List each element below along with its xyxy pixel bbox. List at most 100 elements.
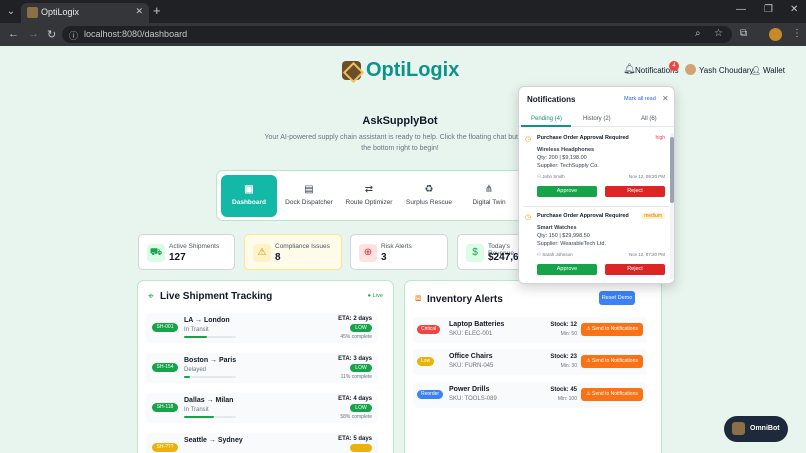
- user-name[interactable]: Yash Choudary: [699, 66, 754, 75]
- tab-history[interactable]: History (2): [583, 116, 611, 122]
- reject-button[interactable]: Reject: [605, 264, 665, 275]
- shipment-row[interactable]: SH-001 LA → London In Transit ETA: 2 day…: [146, 313, 378, 343]
- url-input[interactable]: ⓘ localhost:8080/dashboard ⌕ ☆: [62, 26, 732, 43]
- feature-route-optimizer[interactable]: ⇄ Route Optimizer: [341, 175, 397, 217]
- close-tab-icon[interactable]: ✕: [135, 6, 143, 17]
- inventory-name: Laptop Batteries: [449, 321, 505, 328]
- restore-icon[interactable]: ❐: [764, 4, 773, 15]
- notification-time: Nov 12, 07:20 PM: [628, 252, 665, 257]
- stat-value: 8: [275, 252, 281, 263]
- inventory-sku: SKU: TOOLS-089: [449, 396, 497, 402]
- notification-qty: Qty: 200 | $9,198.00: [537, 155, 587, 161]
- requester-name: Sarah Johnson: [542, 252, 573, 257]
- browser-tab[interactable]: OptiLogix ✕: [21, 3, 149, 23]
- tab-search-icon[interactable]: ⌄: [3, 4, 19, 19]
- tab-title: OptiLogix: [41, 7, 80, 17]
- active-tab-indicator: [521, 125, 571, 127]
- browser-menu-icon[interactable]: ⋮: [792, 28, 802, 39]
- site-info-icon[interactable]: ⓘ: [69, 29, 78, 42]
- extensions-icon[interactable]: ⧉: [740, 28, 747, 39]
- send-to-notifications-button[interactable]: ⚠ Send to Notifications: [581, 355, 643, 368]
- notification-item[interactable]: ◷ Purchase Order Approval Required mediu…: [525, 213, 667, 279]
- inventory-row[interactable]: Reorder Power Drills SKU: TOOLS-089 Stoc…: [413, 382, 647, 408]
- shipment-row[interactable]: SH-118 Dallas → Milan In Transit ETA: 4 …: [146, 393, 378, 423]
- dollar-icon: $: [466, 244, 484, 262]
- tab-all[interactable]: All (6): [641, 116, 657, 122]
- shipment-row[interactable]: SH-154 Boston → Paris Delayed ETA: 3 day…: [146, 353, 378, 383]
- close-icon[interactable]: ✕: [662, 94, 669, 103]
- notification-tabs: Pending (4) History (2) All (6): [519, 113, 674, 127]
- progress-text: 58% complete: [340, 414, 372, 420]
- address-bar: ← → ↻ ⓘ localhost:8080/dashboard ⌕ ☆ ⧉ ⋮: [0, 23, 806, 46]
- send-label: Send to Notifications: [592, 391, 638, 397]
- approve-button[interactable]: Approve: [537, 186, 597, 197]
- wallet-button[interactable]: Wallet: [763, 66, 785, 75]
- reset-demo-button[interactable]: Reset Demo: [599, 291, 635, 305]
- package-icon: ⧈: [415, 293, 422, 304]
- notification-time: Nov 12, 09:20 PM: [628, 174, 665, 179]
- optilogix-logo-icon: [342, 61, 361, 80]
- inventory-row[interactable]: Critical Laptop Batteries SKU: ELEC-001 …: [413, 317, 647, 343]
- inventory-row[interactable]: Low Office Chairs SKU: FURN-045 Stock: 2…: [413, 349, 647, 375]
- shipment-id-badge: SH-118: [152, 403, 178, 412]
- progress-fill: [184, 416, 215, 418]
- new-tab-icon[interactable]: +: [153, 3, 161, 18]
- feature-surplus-rescue[interactable]: ♻︎ Surplus Rescue: [401, 175, 457, 217]
- stat-label: Active Shipments: [169, 243, 220, 250]
- shipment-eta: ETA: 2 days: [338, 316, 372, 322]
- send-to-notifications-button[interactable]: ⚠ Send to Notifications: [581, 388, 643, 401]
- shipment-route: LA → London: [184, 317, 230, 324]
- forward-icon[interactable]: →: [28, 28, 39, 40]
- window-close-icon[interactable]: ✕: [790, 4, 798, 15]
- back-icon[interactable]: ←: [8, 28, 19, 40]
- browser-profile-avatar[interactable]: [769, 28, 782, 41]
- shipment-row[interactable]: SH-??? Seattle → Sydney ETA: 5 days: [146, 433, 378, 453]
- inventory-stock: Stock: 23: [550, 354, 577, 360]
- send-to-notifications-button[interactable]: ⚠ Send to Notifications: [581, 323, 643, 336]
- notification-product: Wireless Headphones: [537, 147, 595, 153]
- zoom-icon[interactable]: ⌕: [695, 28, 701, 39]
- divider: [523, 206, 669, 207]
- url-text[interactable]: localhost:8080/dashboard: [84, 29, 187, 39]
- progress-fill: [184, 336, 208, 338]
- feature-label: Surplus Rescue: [406, 199, 452, 206]
- progress-fill: [184, 376, 190, 378]
- wallet-icon[interactable]: 👤︎: [751, 66, 761, 75]
- asksupplybot-title: AskSupplyBot: [362, 115, 438, 127]
- feature-dock-dispatcher[interactable]: ▤ Dock Dispatcher: [281, 175, 337, 217]
- stat-active-shipments: ⛟ Active Shipments 127: [138, 234, 235, 270]
- panel-title: Inventory Alerts: [427, 294, 503, 305]
- notifications-title: Notifications: [527, 95, 576, 104]
- inventory-sku: SKU: FURN-045: [449, 363, 494, 369]
- user-avatar[interactable]: [685, 64, 696, 75]
- reload-icon[interactable]: ↻: [47, 28, 56, 41]
- omnibot-label: OmniBot: [750, 425, 780, 432]
- stat-value: 127: [169, 252, 186, 263]
- risk-badge: LOW: [350, 364, 372, 372]
- send-label: Send to Notifications: [592, 358, 638, 364]
- notification-heading: Purchase Order Approval Required: [537, 213, 629, 219]
- shipment-id-badge: SH-001: [152, 323, 178, 332]
- clock-icon: ◷: [525, 136, 532, 143]
- tab-pending[interactable]: Pending (4): [531, 116, 562, 122]
- notification-product: Smart Watches: [537, 225, 577, 231]
- approve-button[interactable]: Approve: [537, 264, 597, 275]
- clock-icon: ◷: [525, 214, 532, 221]
- stat-compliance-issues: ⚠ Compliance Issues 8: [244, 234, 342, 270]
- notifications-dropdown: Notifications Mark all read ✕ Pending (4…: [518, 86, 675, 284]
- reject-button[interactable]: Reject: [605, 186, 665, 197]
- scrollbar-thumb[interactable]: [670, 137, 674, 203]
- bell-icon[interactable]: 🔔︎: [623, 64, 636, 75]
- shipment-status: In Transit: [184, 407, 209, 413]
- feature-digital-twin[interactable]: ⋔ Digital Twin: [461, 175, 517, 217]
- mark-all-read-link[interactable]: Mark all read: [624, 96, 656, 102]
- feature-dashboard[interactable]: ▣ Dashboard: [221, 175, 277, 217]
- notifications-scrollbar[interactable]: [670, 133, 674, 279]
- notification-item[interactable]: ◷ Purchase Order Approval Required high …: [525, 135, 667, 201]
- bookmark-star-icon[interactable]: ☆: [714, 28, 723, 39]
- risk-badge: [350, 444, 372, 452]
- notification-supplier: Supplier: TechSupply Co.: [537, 163, 599, 169]
- stat-label: Risk Alerts: [381, 243, 412, 250]
- minimize-icon[interactable]: —: [736, 4, 746, 15]
- omnibot-button[interactable]: OmniBot: [724, 416, 788, 442]
